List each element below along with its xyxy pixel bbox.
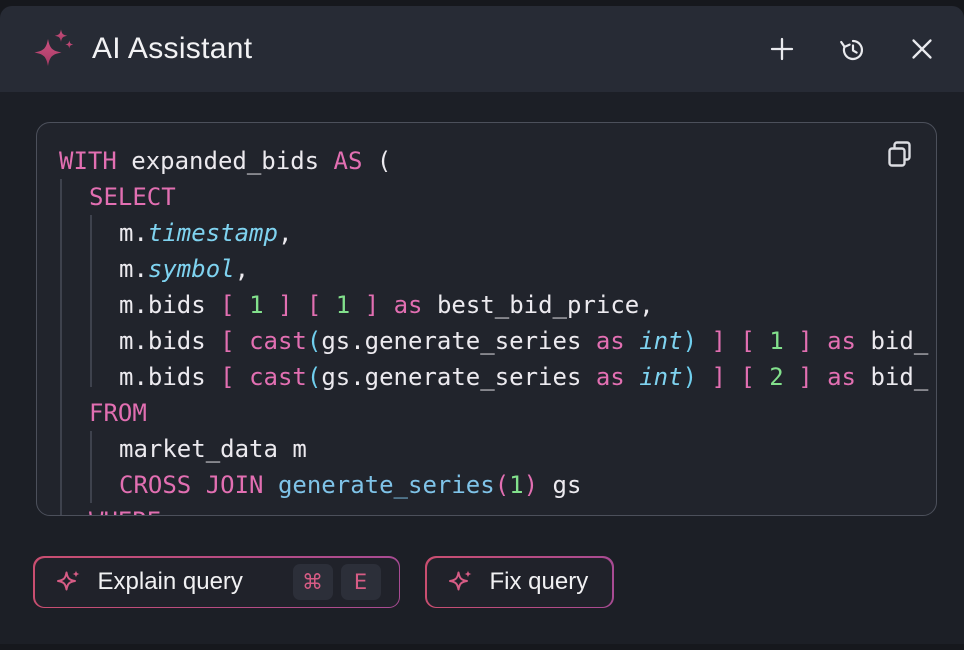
code-lines: WITH expanded_bids AS (SELECTm.timestamp…	[37, 123, 936, 515]
fix-query-button[interactable]: Fix query	[425, 556, 614, 608]
code-line: SELECT	[59, 179, 936, 215]
copy-icon	[884, 159, 916, 174]
code-line: m.timestamp,	[59, 215, 936, 251]
code-line: WITH expanded_bids AS (	[59, 143, 936, 179]
header-actions	[768, 35, 936, 63]
plus-icon	[768, 35, 796, 63]
history-button[interactable]	[838, 35, 866, 63]
code-line: m.bids [ cast(gs.generate_series as int)…	[59, 359, 936, 395]
assistant-body: WITH expanded_bids AS (SELECTm.timestamp…	[0, 92, 964, 644]
close-button[interactable]	[908, 35, 936, 63]
code-line: CROSS JOIN generate_series(1) gs	[59, 467, 936, 503]
actions-row: Explain query ⌘ E Fix query	[33, 556, 614, 608]
fix-query-label: Fix query	[490, 568, 589, 596]
sparkle-logo-icon	[30, 26, 76, 72]
close-icon	[908, 35, 936, 63]
explain-query-label: Explain query	[98, 568, 243, 596]
code-line: m.bids [ cast(gs.generate_series as int)…	[59, 323, 936, 359]
new-chat-button[interactable]	[768, 35, 796, 63]
code-line: m.bids [ 1 ] [ 1 ] as best_bid_price,	[59, 287, 936, 323]
code-line: FROM	[59, 395, 936, 431]
assistant-header: AI Assistant	[0, 6, 964, 92]
sparkle-icon	[447, 569, 474, 596]
cmd-keycap: ⌘	[293, 564, 333, 600]
code-line: market_data m	[59, 431, 936, 467]
code-line: WHERE	[59, 503, 936, 516]
e-keycap: E	[341, 564, 381, 600]
shortcut-keys: ⌘ E	[293, 564, 381, 600]
explain-query-button[interactable]: Explain query ⌘ E	[33, 556, 400, 608]
panel-title: AI Assistant	[92, 32, 768, 66]
history-icon	[838, 35, 866, 63]
copy-code-button[interactable]	[884, 139, 916, 171]
code-line: m.symbol,	[59, 251, 936, 287]
sparkle-icon	[55, 569, 82, 596]
sql-code-block: WITH expanded_bids AS (SELECTm.timestamp…	[36, 122, 937, 516]
